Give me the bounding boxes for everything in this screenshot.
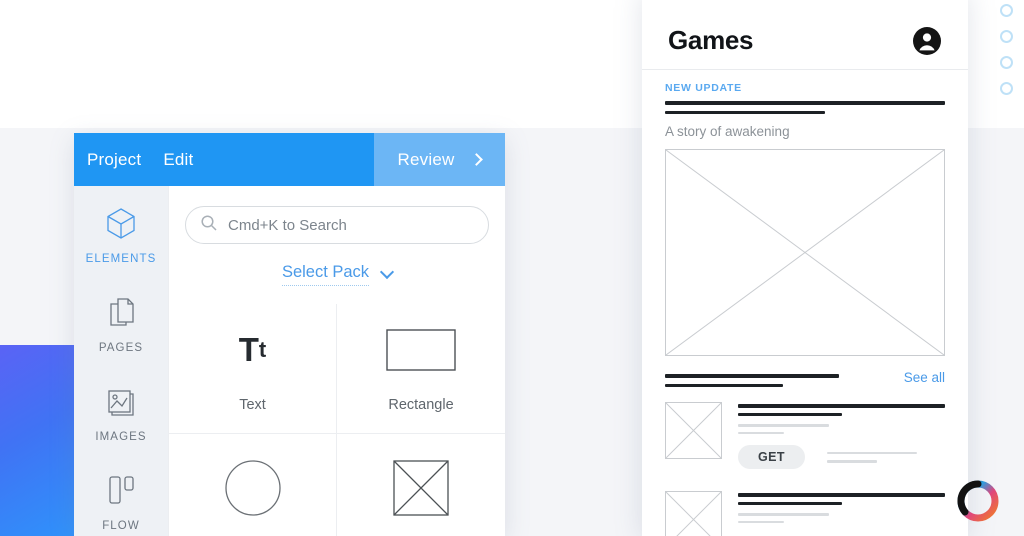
phone-header: Games (642, 0, 968, 70)
placeholder-line (826, 460, 877, 463)
circle-outline-icon (1000, 4, 1013, 17)
flow-icon (101, 471, 141, 509)
elements-grid: Tt Text Rectangle (169, 304, 505, 536)
element-tile-image[interactable] (337, 434, 505, 536)
placeholder-line (738, 431, 784, 434)
sidebar-item-pages[interactable]: PAGES (74, 293, 168, 354)
see-all-link[interactable]: See all (904, 370, 945, 385)
circle-outline-icon (1000, 82, 1013, 95)
sidebar-item-label: PAGES (98, 342, 144, 354)
placeholder-line (738, 424, 830, 427)
account-circle-icon[interactable] (912, 26, 942, 56)
list-item-body (738, 491, 945, 536)
element-tile-label: Text (239, 396, 266, 413)
search-input[interactable]: Cmd+K to Search (185, 206, 489, 244)
editor-body: ELEMENTS PAGES IMAGES FLOW Cmd+K to Sear… (74, 186, 505, 536)
search-placeholder-text: Cmd+K to Search (228, 216, 347, 234)
circle-outline-icon (1000, 56, 1013, 69)
sidebar-item-label: IMAGES (95, 431, 147, 443)
placeholder-line (738, 404, 945, 408)
pages-icon (101, 293, 141, 331)
text-icon: Tt (238, 330, 267, 368)
get-button[interactable]: GET (738, 445, 805, 469)
section-kicker: NEW UPDATE (665, 82, 742, 94)
menu-project[interactable]: Project (87, 150, 141, 170)
placeholder-line (738, 412, 842, 416)
page-title: Games (668, 25, 754, 55)
sidebar-item-elements[interactable]: ELEMENTS (74, 204, 168, 265)
search-section: Cmd+K to Search (169, 186, 505, 244)
rectangle-icon (386, 325, 456, 375)
image-placeholder-icon (665, 491, 722, 536)
placeholder-line (738, 501, 842, 505)
element-tile-label: Rectangle (388, 396, 454, 413)
decorative-dots-column (1000, 4, 1013, 95)
headline-placeholder-line (665, 110, 825, 114)
list-item-action-row: GET (738, 445, 945, 469)
circle-icon (224, 459, 281, 516)
select-pack-dropdown[interactable]: Select Pack (169, 263, 505, 286)
list-item-meta (826, 451, 945, 463)
decorative-gradient-block (0, 345, 74, 536)
placeholder-line (665, 383, 784, 387)
sidebar-item-images[interactable]: IMAGES (74, 382, 168, 443)
list-item[interactable]: GET (665, 402, 945, 469)
menubar-left-group: Project Edit (74, 133, 374, 186)
search-icon (200, 214, 218, 237)
review-label: Review (397, 149, 455, 169)
list-item-body: GET (738, 402, 945, 469)
app-list: GET (665, 402, 945, 536)
ring-logo-icon (954, 477, 1002, 525)
sidebar-item-label: FLOW (102, 520, 140, 532)
see-all-row: See all (665, 370, 945, 387)
screenshot-root: Project Edit Review ELEMENTS PAGES IMAGE… (0, 0, 1024, 536)
circle-outline-icon (1000, 30, 1013, 43)
placeholder-line (738, 493, 945, 497)
headline-placeholder-line (665, 101, 945, 105)
select-pack-label: Select Pack (281, 263, 370, 286)
cube-icon (101, 204, 141, 242)
editor-sidebar: ELEMENTS PAGES IMAGES FLOW (74, 186, 168, 536)
chevron-down-icon (379, 264, 395, 280)
sidebar-item-label: ELEMENTS (85, 253, 157, 265)
phone-content: NEW UPDATE A story of awakening See all (642, 70, 968, 536)
placeholder-line (826, 451, 917, 454)
sidebar-item-flow[interactable]: FLOW (74, 471, 168, 532)
placeholder-line (665, 374, 839, 378)
feature-subtitle: A story of awakening (665, 124, 790, 139)
phone-mockup-panel: Games NEW UPDATE A story of awakening Se… (642, 0, 968, 536)
element-tile-text[interactable]: Tt Text (169, 304, 337, 434)
placeholder-line (738, 513, 830, 516)
editor-menubar: Project Edit Review (74, 133, 505, 186)
chevron-right-icon (470, 153, 484, 166)
element-tile-circle[interactable] (169, 434, 337, 536)
editor-window: Project Edit Review ELEMENTS PAGES IMAGE… (74, 133, 505, 536)
image-placeholder-icon (393, 459, 449, 516)
element-tile-rectangle[interactable]: Rectangle (337, 304, 505, 434)
list-item[interactable] (665, 491, 945, 536)
image-icon (101, 382, 141, 420)
editor-main-panel: Cmd+K to Search Select Pack Tt Text Rect… (168, 186, 505, 536)
image-placeholder-icon (665, 402, 722, 459)
section-heading-placeholder (665, 370, 839, 387)
placeholder-line (738, 520, 784, 523)
review-button[interactable]: Review (374, 133, 505, 186)
menu-edit[interactable]: Edit (163, 150, 193, 170)
image-placeholder-icon (665, 149, 945, 356)
